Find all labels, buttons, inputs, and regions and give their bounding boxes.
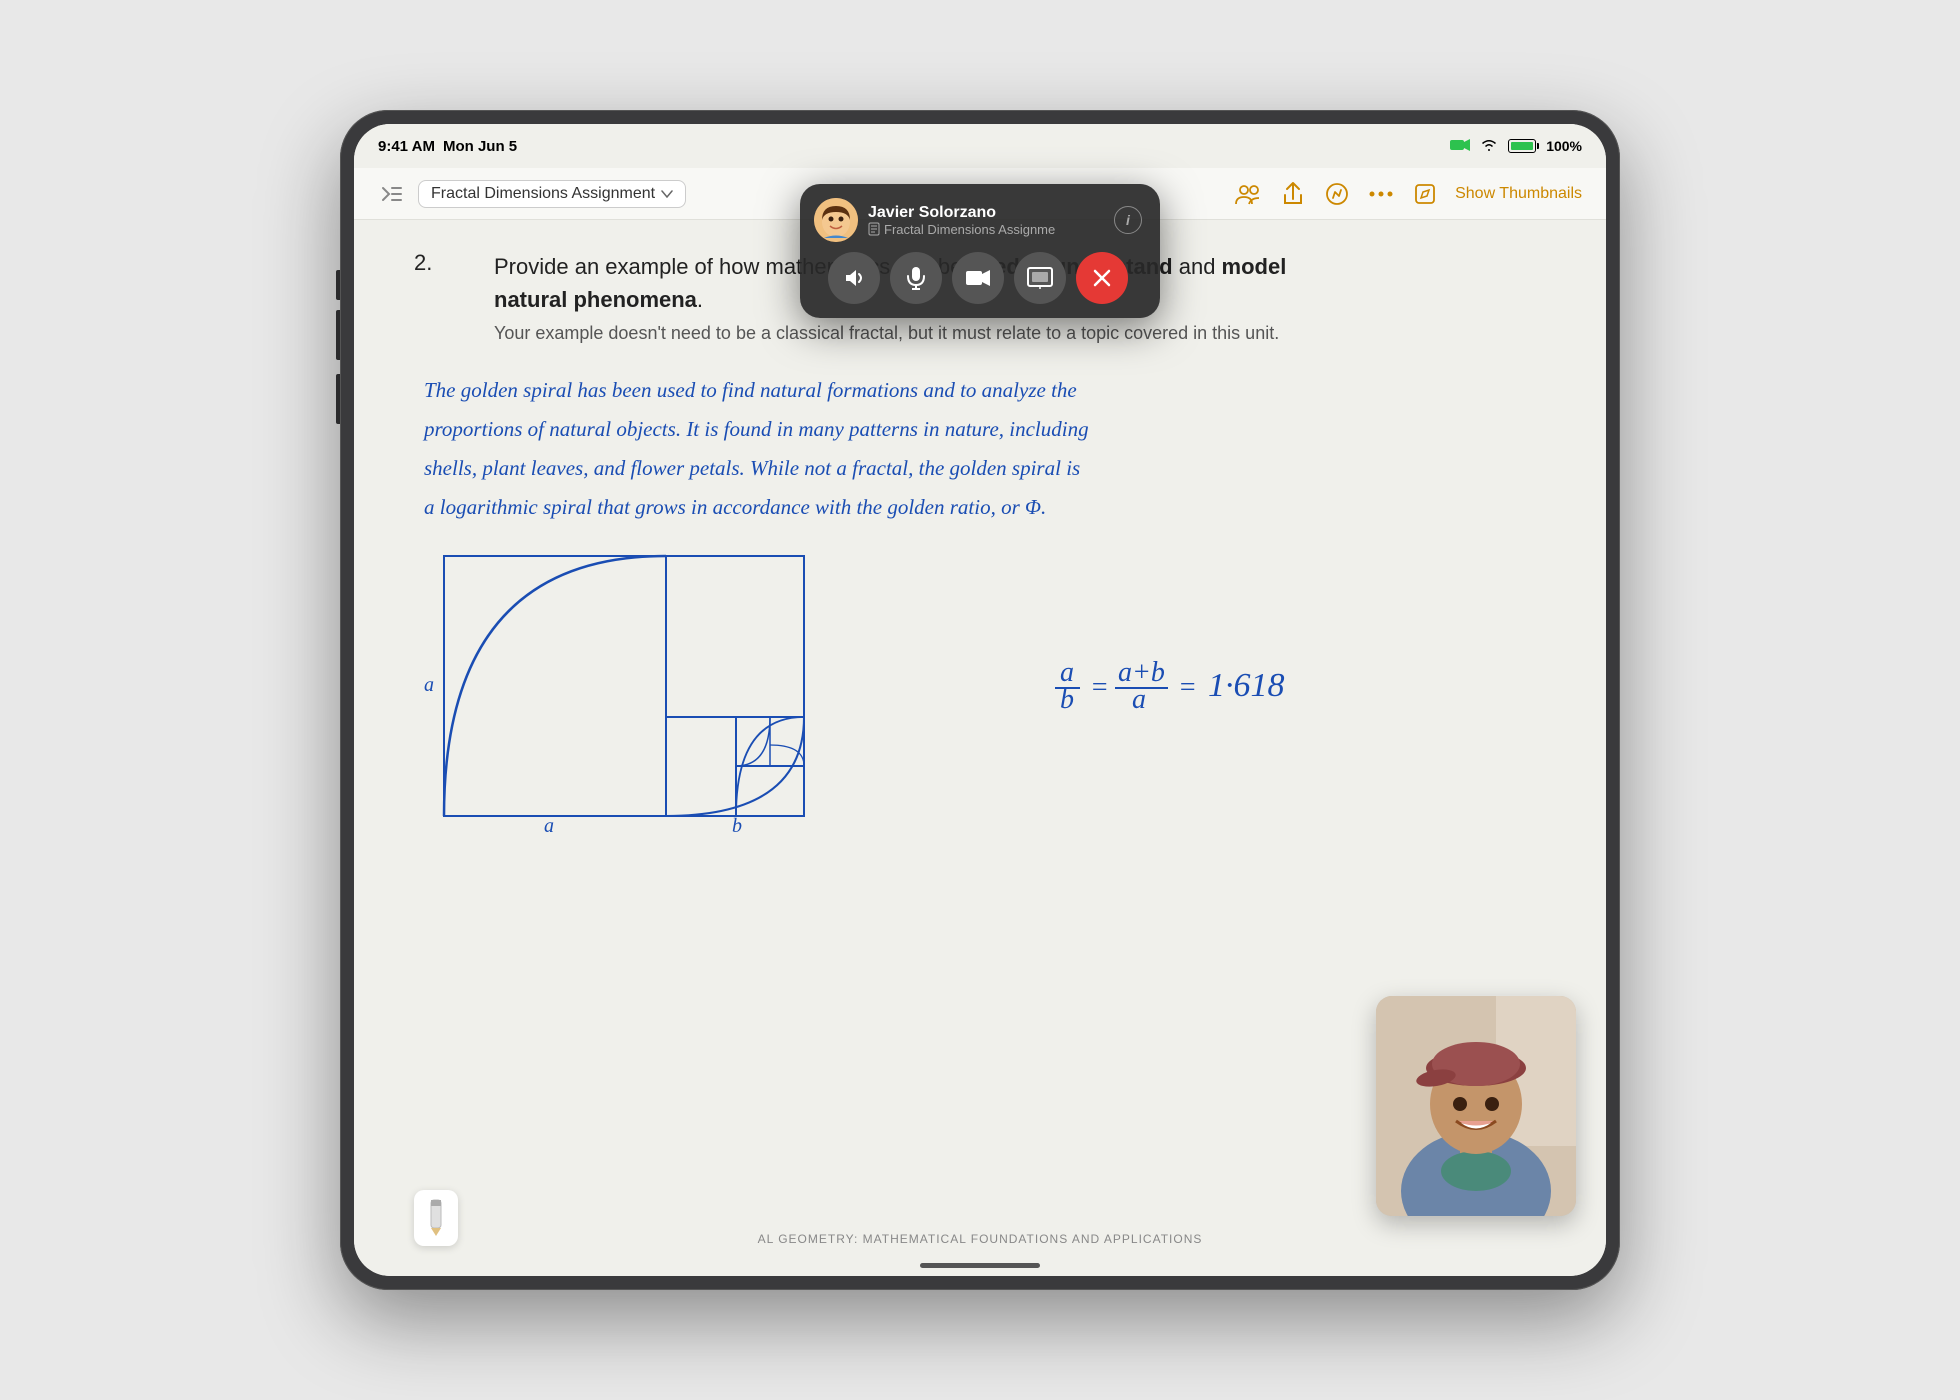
collapse-icon[interactable] — [378, 180, 406, 208]
svg-text:a: a — [544, 815, 554, 836]
end-call-button[interactable] — [1076, 252, 1128, 304]
facetime-header: Javier Solorzano Fractal Dimensions Assi… — [814, 198, 1142, 242]
facetime-video-thumbnail — [1376, 996, 1576, 1216]
svg-text:a: a — [424, 674, 434, 696]
camera-icon — [1450, 138, 1470, 155]
microphone-button[interactable] — [890, 252, 942, 304]
video-button[interactable] — [952, 252, 1004, 304]
footer-text: AL GEOMETRY: MATHEMATICAL FOUNDATIONS AN… — [414, 1232, 1546, 1246]
svg-text:a: a — [1132, 684, 1146, 715]
more-icon[interactable] — [1367, 180, 1395, 208]
golden-spiral-diagram: a a b — [414, 536, 834, 836]
screen-share-button[interactable] — [1014, 252, 1066, 304]
people-icon[interactable] — [1235, 180, 1263, 208]
facetime-info-button[interactable]: i — [1114, 206, 1142, 234]
handwritten-answer: The golden spiral has been used to find … — [414, 371, 1546, 526]
share-icon[interactable] — [1279, 180, 1307, 208]
question-number: 2. — [414, 250, 464, 347]
svg-text:b: b — [732, 815, 742, 836]
status-bar: 9:41 AM Mon Jun 5 100% — [354, 124, 1606, 168]
diagram-section: a a b a b = a+b — [414, 536, 1546, 836]
caller-document: Fractal Dimensions Assignme — [868, 222, 1104, 237]
document-content: 2. Provide an example of how mathematics… — [354, 220, 1606, 1276]
svg-text:b: b — [1060, 684, 1074, 715]
chevron-down-icon — [661, 190, 673, 198]
volume-up-button[interactable] — [336, 310, 340, 360]
facetime-controls — [814, 252, 1142, 304]
ipad-screen: 9:41 AM Mon Jun 5 100% — [354, 124, 1606, 1276]
time-display: 9:41 AM — [378, 138, 435, 155]
date-display: Mon Jun 5 — [443, 138, 517, 155]
ipad-device: 9:41 AM Mon Jun 5 100% — [340, 110, 1620, 1290]
mute-button[interactable] — [336, 270, 340, 300]
question-sub-text: Your example doesn't need to be a classi… — [494, 320, 1294, 347]
wifi-icon — [1480, 138, 1498, 155]
document-title-text: Fractal Dimensions Assignment — [431, 185, 655, 203]
handwritten-text: The golden spiral has been used to find … — [424, 371, 1536, 526]
formula-section: a b = a+b a = 1·618 — [874, 636, 1546, 736]
svg-text:1·618: 1·618 — [1208, 667, 1285, 704]
facetime-overlay: Javier Solorzano Fractal Dimensions Assi… — [800, 184, 1160, 318]
volume-button[interactable] — [828, 252, 880, 304]
home-indicator — [920, 1263, 1040, 1268]
volume-down-button[interactable] — [336, 374, 340, 424]
svg-text:=: = — [1090, 672, 1109, 703]
svg-text:=: = — [1178, 672, 1197, 703]
page-footer: AL GEOMETRY: MATHEMATICAL FOUNDATIONS AN… — [414, 1190, 1546, 1246]
caller-info: Javier Solorzano Fractal Dimensions Assi… — [868, 204, 1104, 237]
document-icon — [868, 222, 880, 236]
caller-avatar — [814, 198, 858, 242]
edit-icon[interactable] — [1411, 180, 1439, 208]
document-title-dropdown[interactable]: Fractal Dimensions Assignment — [418, 180, 686, 208]
battery-indicator — [1508, 139, 1536, 153]
caller-name: Javier Solorzano — [868, 204, 1104, 222]
markup-icon[interactable] — [1323, 180, 1351, 208]
battery-percent: 100% — [1546, 138, 1582, 154]
show-thumbnails-button[interactable]: Show Thumbnails — [1455, 185, 1582, 203]
